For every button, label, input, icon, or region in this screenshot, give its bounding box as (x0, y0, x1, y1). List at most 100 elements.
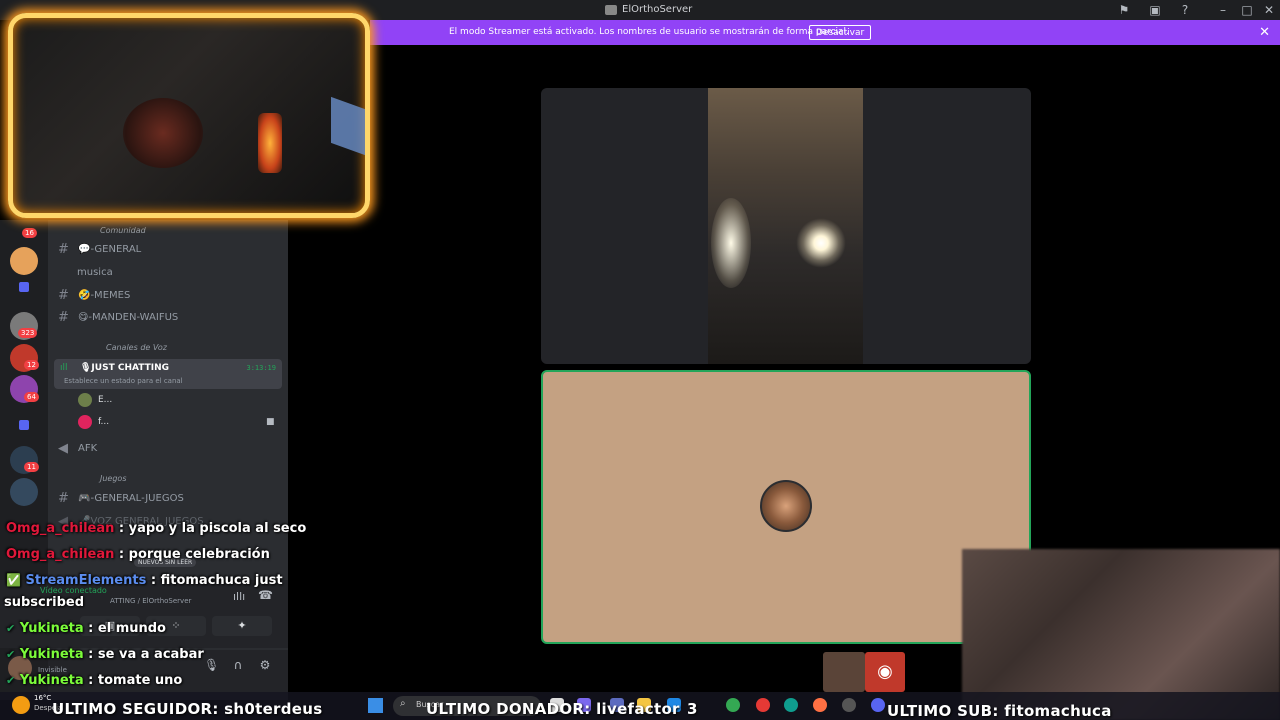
server-badge: 16 (22, 228, 37, 238)
avatar (78, 393, 92, 407)
voice-channel-name: 🎙JUST CHATTING (80, 363, 169, 373)
webcam-monitor (331, 96, 365, 156)
server-badge: 323 (18, 328, 38, 338)
channel-afk[interactable]: ◀ AFK (58, 438, 97, 458)
channel-musica[interactable]: musica (77, 262, 113, 282)
server-icon[interactable] (10, 478, 38, 506)
discord-icon[interactable] (871, 698, 885, 712)
channel-label: musica (77, 266, 113, 278)
check-badge-icon: ✔ (6, 622, 16, 635)
last-sub: ULTIMO SUB: fitomachuca (887, 702, 1112, 720)
check-badge-icon: ✔ (6, 674, 16, 687)
soundboard-button[interactable]: ✦ (212, 616, 272, 636)
channel-label: 💬-GENERAL (78, 243, 142, 255)
webcam-lamp (258, 113, 282, 173)
server-badge: 12 (24, 360, 39, 370)
chat-text: : tomate uno (83, 673, 183, 688)
search-icon: ⌕ (400, 698, 406, 709)
chat-user: Omg_a_chilean (6, 547, 115, 562)
channel-label: 😋-MANDEN-WAIFUS (78, 311, 179, 323)
chat-message: Omg_a_chilean : porque celebración (6, 547, 270, 562)
chat-text: : el mundo (83, 621, 166, 636)
window-title: ElOrthoServer (605, 4, 692, 15)
channel-label: 🎮-GENERAL-JUEGOS (78, 492, 184, 504)
weather-temp: 16°C (34, 694, 52, 702)
folder-icon[interactable] (19, 420, 29, 430)
mini-webcam-thumbnail (823, 652, 865, 692)
banner-message: El modo Streamer está activado. Los nomb… (449, 27, 849, 37)
firefox-icon[interactable] (813, 698, 827, 712)
server-icon (605, 4, 617, 15)
light-flare (711, 198, 751, 288)
close-icon[interactable]: ✕ (1262, 3, 1276, 17)
chat-text: : se va a acabar (83, 647, 204, 662)
noise-icon[interactable]: ıllı (233, 590, 245, 603)
voice-connection-panel: Vídeo conectado ATTING / ElOrthoServer ı… (0, 580, 288, 648)
hash-icon: # (58, 241, 69, 257)
opera-icon[interactable] (756, 698, 770, 712)
obs-icon[interactable] (842, 698, 856, 712)
window-title-text: ElOrthoServer (622, 4, 693, 15)
server-icon[interactable] (10, 247, 38, 275)
voice-user-name: E... (98, 395, 113, 405)
category-voz[interactable]: Canales de Voz (106, 343, 167, 352)
chat-text: : yapo y la piscola al seco (114, 521, 307, 536)
channel-waifus[interactable]: # 😋-MANDEN-WAIFUS (58, 307, 178, 327)
headphones-icon[interactable]: ∩ (231, 658, 245, 672)
monitor-icon[interactable]: ▣ (1148, 3, 1162, 17)
speaker-icon: ıll (60, 363, 68, 373)
chrome-icon[interactable] (726, 698, 740, 712)
chat-user: Omg_a_chilean (6, 521, 115, 536)
chat-message: subscribed (4, 595, 84, 610)
chat-user: StreamElements (25, 573, 147, 588)
edge-icon[interactable] (784, 698, 798, 712)
speaker-icon: ◀ (58, 440, 68, 456)
discord-logo-icon: ◉ (865, 652, 905, 692)
screen: ElOrthoServer ⚑ ▣ ? – □ ✕ El modo Stream… (0, 0, 1280, 720)
folder-icon[interactable] (19, 282, 29, 292)
voice-channel-just-chatting[interactable]: ıll 🎙JUST CHATTING Establece un estado p… (54, 359, 282, 389)
category-comunidad[interactable]: Comunidad (100, 226, 146, 235)
microphone-icon[interactable]: 🎙 (204, 658, 219, 672)
channel-general-juegos[interactable]: # 🎮-GENERAL-JUEGOS (58, 488, 184, 508)
server-badge: 11 (24, 462, 39, 472)
last-donor: ULTIMO DONADOR: livefactor (426, 700, 680, 718)
category-juegos[interactable]: Juegos (100, 474, 127, 483)
webcam-person (123, 98, 203, 168)
minimize-icon[interactable]: – (1216, 3, 1230, 17)
voice-timer: 3:13:19 (246, 364, 276, 372)
banner-close-icon[interactable]: ✕ (1259, 25, 1270, 40)
chat-user: Yukineta (19, 673, 84, 688)
hash-icon: # (58, 287, 69, 303)
chat-text: : porque celebración (114, 547, 270, 562)
streamer-webcam-overlay (8, 13, 370, 218)
streamer-mode-banner: El modo Streamer está activado. Los nomb… (370, 20, 1280, 45)
chat-text: : fitomachuca just (146, 573, 283, 588)
channel-general[interactable]: # 💬-GENERAL (58, 239, 141, 259)
chat-message: ✅ StreamElements : fitomachuca just (6, 573, 283, 588)
voice-user[interactable]: E... (78, 393, 112, 407)
maximize-icon[interactable]: □ (1240, 3, 1254, 17)
deactivate-button[interactable]: Desactivar (809, 25, 872, 40)
help-icon[interactable]: ? (1178, 3, 1192, 17)
check-badge-icon: ✔ (6, 648, 16, 661)
light-flare (796, 218, 846, 268)
disconnect-icon[interactable]: ☎ (258, 588, 273, 602)
chat-message: ✔ Yukineta : tomate uno (6, 673, 182, 688)
gear-icon[interactable]: ⚙ (258, 658, 272, 672)
chat-message: ✔ Yukineta : se va a acabar (6, 647, 204, 662)
windows-start-icon[interactable] (368, 698, 383, 713)
chat-user: Yukineta (19, 647, 84, 662)
channel-label: AFK (78, 442, 98, 454)
channel-memes[interactable]: # 🤣-MEMES (58, 285, 130, 305)
chat-message: ✔ Yukineta : el mundo (6, 621, 166, 636)
bot-badge-icon: ✅ (6, 573, 21, 587)
video-tile-stream[interactable] (541, 88, 1031, 364)
channel-label: 🤣-MEMES (78, 289, 131, 301)
voice-user[interactable]: f... (78, 415, 109, 429)
voice-channel-status[interactable]: Establece un estado para el canal (64, 377, 183, 385)
chat-text: subscribed (4, 595, 85, 610)
inbox-icon[interactable]: ⚑ (1117, 3, 1131, 17)
video-tile-user[interactable] (541, 370, 1031, 644)
weather-icon[interactable] (12, 696, 30, 714)
